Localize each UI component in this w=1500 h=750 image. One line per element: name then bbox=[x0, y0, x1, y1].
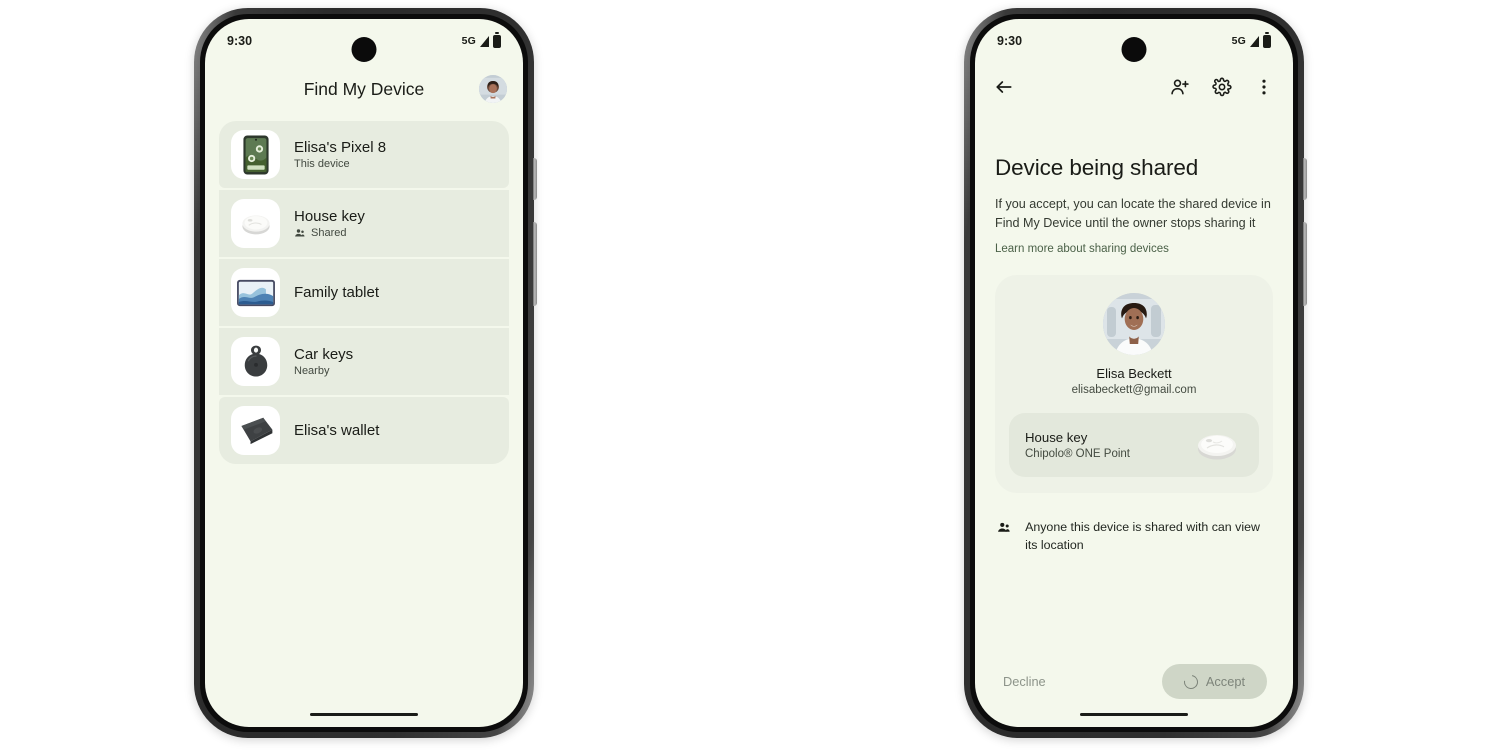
list-item-text: Family tablet bbox=[294, 284, 379, 301]
loading-spinner-icon bbox=[1181, 671, 1201, 692]
owner-name: Elisa Beckett bbox=[1096, 366, 1172, 381]
owner-share-card: Elisa Beckett elisabeckett@gmail.com Hou… bbox=[995, 275, 1273, 493]
device-status: Shared bbox=[294, 227, 365, 239]
list-item[interactable]: Family tablet bbox=[219, 259, 509, 326]
battery-icon bbox=[493, 34, 501, 48]
owner-email: elisabeckett@gmail.com bbox=[1071, 384, 1197, 396]
status-bar-left: 9:30 5G bbox=[205, 19, 523, 63]
phone-device-right: 9:30 5G Device being shared If you accep… bbox=[964, 8, 1307, 738]
device-status-label: Shared bbox=[311, 227, 347, 239]
share-request-sheet: Device being shared If you accept, you c… bbox=[975, 155, 1293, 555]
people-shared-icon bbox=[295, 229, 305, 237]
home-indicator-left[interactable] bbox=[310, 712, 418, 716]
sheet-footer: Decline Accept bbox=[975, 664, 1293, 699]
decline-button[interactable]: Decline bbox=[1001, 668, 1048, 695]
page-title: Find My Device bbox=[303, 78, 425, 99]
battery-icon bbox=[1263, 34, 1271, 48]
device-name: Family tablet bbox=[294, 284, 380, 301]
person-add-icon[interactable] bbox=[1169, 76, 1191, 98]
accept-button[interactable]: Accept bbox=[1161, 664, 1267, 699]
screenshot-stage: 9:30 5G Find My Device Elisa's Pixel 8 T… bbox=[0, 0, 1500, 750]
device-name: Elisa's wallet bbox=[294, 422, 380, 439]
phone-bezel-left: 9:30 5G Find My Device Elisa's Pixel 8 T… bbox=[200, 14, 528, 732]
more-vert-icon[interactable] bbox=[1253, 76, 1275, 98]
sheet-heading: Device being shared bbox=[995, 155, 1199, 180]
gear-icon[interactable] bbox=[1211, 76, 1233, 98]
status-time: 9:30 bbox=[997, 34, 1023, 48]
device-status: Nearby bbox=[294, 365, 353, 377]
device-name: House key bbox=[294, 208, 365, 225]
network-type-label: 5G bbox=[461, 35, 476, 47]
device-status-label: This device bbox=[294, 158, 350, 170]
sharing-notice: Anyone this device is shared with can vi… bbox=[995, 519, 1273, 555]
status-indicators: 5G bbox=[1231, 34, 1271, 48]
volume-button-right[interactable] bbox=[1303, 222, 1307, 306]
network-type-label: 5G bbox=[1231, 35, 1246, 47]
app-bar-left: Find My Device bbox=[205, 63, 523, 115]
signal-bars-icon bbox=[480, 35, 489, 47]
list-item[interactable]: Car keys Nearby bbox=[219, 328, 509, 395]
shared-device-text: House key Chipolo® ONE Point bbox=[1025, 430, 1130, 460]
status-indicators: 5G bbox=[461, 34, 501, 48]
arrow-back-icon[interactable] bbox=[993, 76, 1015, 98]
wallet-thumbnail bbox=[231, 406, 280, 455]
shared-device-card[interactable]: House key Chipolo® ONE Point bbox=[1009, 413, 1259, 477]
learn-more-link[interactable]: Learn more about sharing devices bbox=[995, 243, 1169, 255]
signal-bars-icon bbox=[1250, 35, 1259, 47]
device-name: Car keys bbox=[294, 346, 354, 363]
shared-device-name: House key bbox=[1025, 430, 1088, 445]
list-item[interactable]: Elisa's Pixel 8 This device bbox=[219, 121, 509, 188]
power-button-right[interactable] bbox=[1303, 158, 1307, 200]
sharing-notice-text: Anyone this device is shared with can vi… bbox=[1025, 520, 1260, 552]
device-name: Elisa's Pixel 8 bbox=[294, 139, 387, 156]
pixel-phone-thumbnail bbox=[231, 130, 280, 179]
home-indicator-right[interactable] bbox=[1080, 712, 1188, 716]
volume-button-left[interactable] bbox=[533, 222, 537, 306]
list-item-text: House key Shared bbox=[294, 208, 365, 239]
keytag-thumbnail bbox=[231, 337, 280, 386]
list-item[interactable]: House key Shared bbox=[219, 190, 509, 257]
shared-device-model: Chipolo® ONE Point bbox=[1025, 448, 1130, 460]
screen-right: 9:30 5G Device being shared If you accep… bbox=[975, 19, 1293, 727]
screen-left: 9:30 5G Find My Device Elisa's Pixel 8 T… bbox=[205, 19, 523, 727]
list-item-text: Car keys Nearby bbox=[294, 346, 353, 377]
status-time: 9:30 bbox=[227, 34, 253, 48]
list-item-text: Elisa's Pixel 8 This device bbox=[294, 139, 386, 170]
power-button-left[interactable] bbox=[533, 158, 537, 200]
device-list: Elisa's Pixel 8 This device House key Sh… bbox=[205, 115, 523, 464]
device-status: This device bbox=[294, 158, 386, 170]
account-avatar[interactable] bbox=[479, 75, 507, 103]
list-item[interactable]: Elisa's wallet bbox=[219, 397, 509, 464]
device-status-label: Nearby bbox=[294, 365, 330, 377]
top-app-bar-right bbox=[975, 63, 1293, 111]
status-bar-right: 9:30 5G bbox=[975, 19, 1293, 63]
tablet-thumbnail bbox=[231, 268, 280, 317]
sheet-body-text: If you accept, you can locate the shared… bbox=[995, 197, 1271, 230]
chipolo-tag-thumbnail bbox=[231, 199, 280, 248]
chipolo-one-point-image bbox=[1191, 427, 1243, 463]
top-bar-actions bbox=[1169, 76, 1275, 98]
owner-profile-photo bbox=[1103, 293, 1165, 355]
people-group-icon bbox=[998, 522, 1010, 532]
phone-device-left: 9:30 5G Find My Device Elisa's Pixel 8 T… bbox=[194, 8, 537, 738]
list-item-text: Elisa's wallet bbox=[294, 422, 379, 439]
phone-bezel-right: 9:30 5G Device being shared If you accep… bbox=[970, 14, 1298, 732]
accept-button-label: Accept bbox=[1205, 674, 1245, 689]
